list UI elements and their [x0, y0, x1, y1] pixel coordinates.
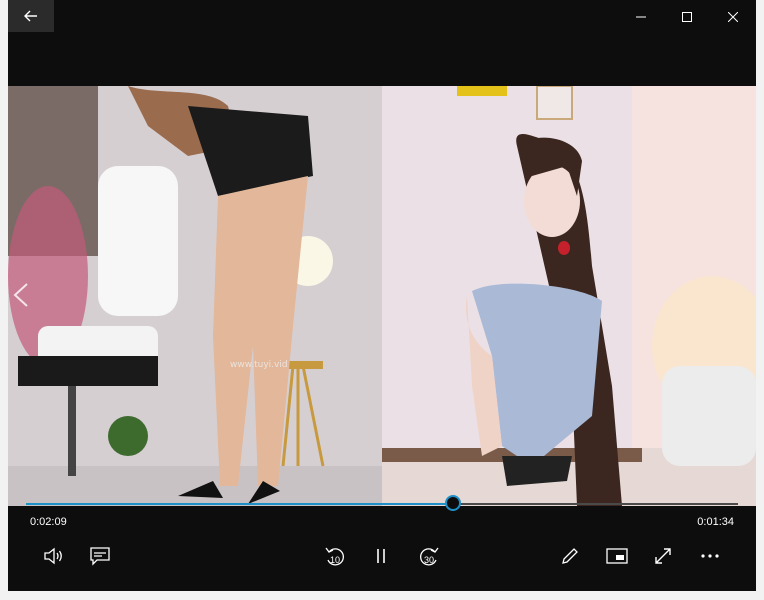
outer-left-frame	[0, 0, 8, 600]
mini-view-button[interactable]	[601, 540, 633, 572]
pause-icon	[374, 548, 388, 564]
minimize-icon	[636, 7, 646, 26]
skip-forward-label: 30	[423, 555, 434, 565]
left-scene-illustration	[8, 86, 382, 506]
seek-bar[interactable]	[26, 495, 738, 511]
volume-icon	[43, 547, 65, 565]
subtitles-button[interactable]	[84, 540, 116, 572]
video-right-pane	[382, 86, 756, 506]
close-button[interactable]	[710, 0, 756, 32]
chevron-left-icon	[12, 283, 30, 312]
subtitles-icon	[89, 546, 111, 566]
fullscreen-icon	[653, 546, 673, 566]
more-options-button[interactable]	[694, 540, 726, 572]
edit-button[interactable]	[554, 540, 586, 572]
right-scene-illustration	[382, 86, 756, 506]
volume-button[interactable]	[38, 540, 70, 572]
skip-back-button[interactable]: 10	[319, 540, 351, 572]
edit-pen-icon	[560, 546, 580, 566]
video-left-pane: www.tuyi.vid	[8, 86, 382, 506]
seek-bar-thumb[interactable]	[445, 495, 461, 511]
window-controls	[618, 0, 756, 32]
back-button[interactable]	[8, 0, 54, 32]
fullscreen-button[interactable]	[647, 540, 679, 572]
video-watermark: www.tuyi.vid	[230, 360, 288, 370]
elapsed-time: 0:02:09	[30, 516, 67, 528]
more-icon	[700, 553, 720, 559]
minimize-button[interactable]	[618, 0, 664, 32]
mini-view-icon	[606, 548, 628, 564]
close-icon	[727, 7, 739, 26]
video-frame[interactable]: www.tuyi.vid	[8, 86, 756, 506]
maximize-button[interactable]	[664, 0, 710, 32]
seek-bar-fill	[26, 503, 453, 505]
skip-back-label: 10	[329, 555, 340, 565]
skip-forward-button[interactable]: 30	[413, 540, 445, 572]
outer-bottom-frame	[0, 591, 764, 600]
outer-right-frame	[756, 0, 764, 600]
remaining-time: 0:01:34	[697, 516, 734, 528]
previous-button[interactable]	[12, 282, 30, 312]
maximize-icon	[682, 7, 692, 26]
title-bar	[8, 0, 756, 32]
media-player-window: www.tuyi.vid 0:02:09 0:01:34 10 30	[8, 0, 756, 591]
arrow-left-icon	[24, 7, 38, 26]
play-pause-button[interactable]	[365, 540, 397, 572]
